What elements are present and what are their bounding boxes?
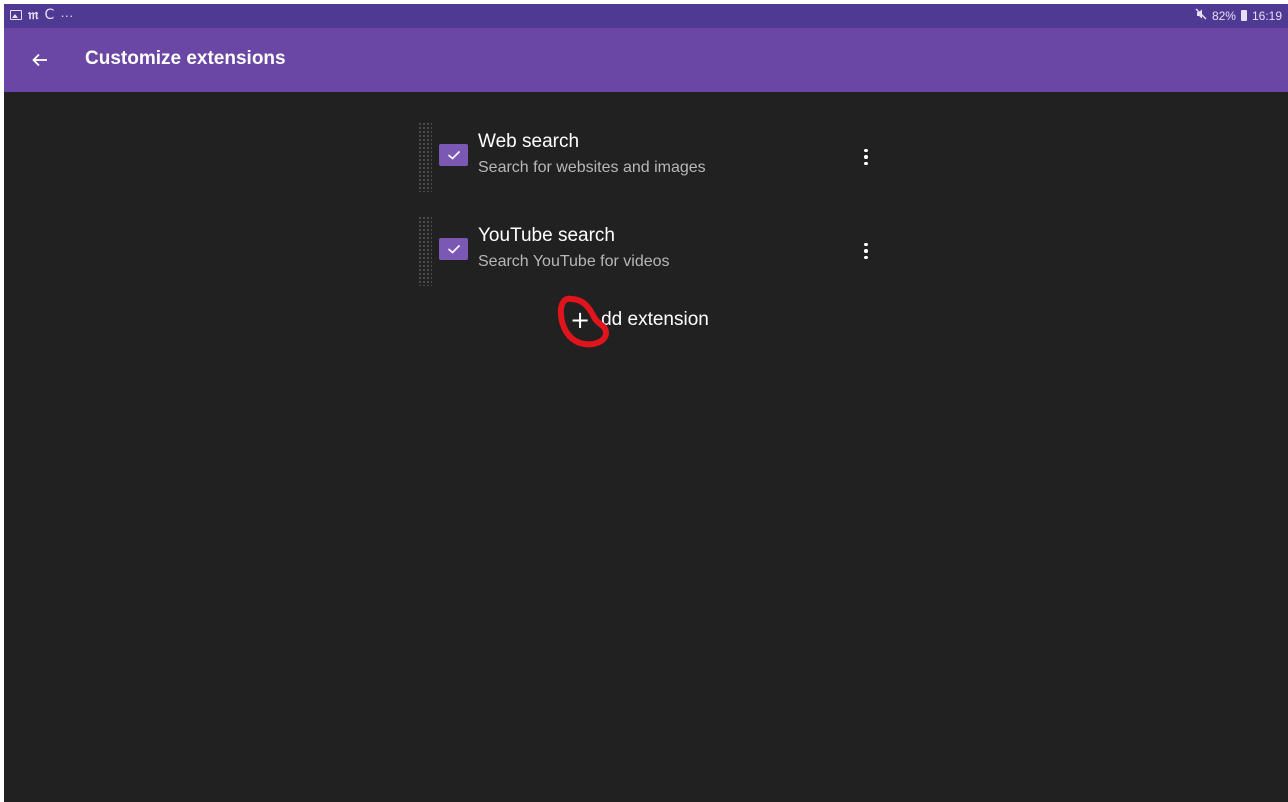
screen: 𝔪 C ··· 82% 16:19 Customize extensions W… — [4, 4, 1288, 802]
app-bar: Customize extensions — [4, 28, 1288, 92]
more-options-button[interactable] — [858, 238, 874, 264]
battery-percent: 82% — [1211, 8, 1236, 23]
extension-subtitle: Search YouTube for videos — [478, 253, 670, 270]
c-app-icon: C — [44, 7, 55, 23]
extension-checkbox[interactable] — [439, 144, 468, 166]
more-vert-icon — [864, 148, 868, 153]
check-icon — [447, 244, 460, 254]
status-bar-notifications: 𝔪 C ··· — [10, 7, 73, 23]
more-options-button[interactable] — [858, 144, 874, 170]
extension-item-web-search[interactable]: Web search Search for websites and image… — [418, 116, 870, 194]
extension-subtitle: Search for websites and images — [478, 159, 706, 176]
m-app-icon: 𝔪 — [28, 7, 39, 23]
extension-title: Web search — [478, 131, 580, 152]
more-vert-icon — [864, 242, 868, 247]
back-button[interactable] — [24, 46, 56, 74]
more-notifications-icon: ··· — [60, 7, 74, 23]
page-title: Customize extensions — [85, 48, 286, 69]
status-bar-system: 82% 16:19 — [1195, 8, 1282, 23]
drag-handle[interactable] — [418, 122, 432, 192]
gallery-icon — [10, 10, 22, 20]
extension-item-youtube-search[interactable]: YouTube search Search YouTube for videos — [418, 210, 870, 288]
add-extension-button[interactable]: + dd extension — [570, 306, 709, 334]
extension-title: YouTube search — [478, 225, 615, 246]
check-icon — [447, 150, 460, 160]
plus-icon: + — [570, 306, 591, 334]
add-extension-label: dd extension — [601, 309, 709, 330]
extension-checkbox[interactable] — [439, 238, 468, 260]
mute-icon — [1195, 8, 1207, 23]
arrow-left-icon — [32, 53, 47, 67]
clock: 16:19 — [1251, 8, 1282, 23]
status-bar: 𝔪 C ··· 82% 16:19 — [4, 4, 1288, 28]
drag-handle[interactable] — [418, 216, 432, 286]
battery-icon — [1240, 10, 1247, 21]
